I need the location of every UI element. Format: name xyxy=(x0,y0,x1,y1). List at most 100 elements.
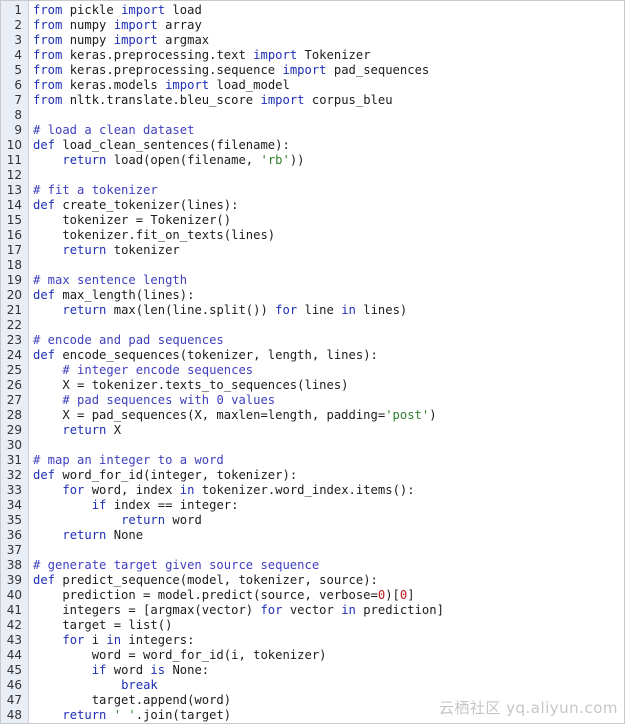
code-token: word_for_id(integer, tokenizer): xyxy=(55,468,298,482)
line-number: 34 xyxy=(6,498,22,512)
code-token: integers: xyxy=(121,633,195,647)
code-text: # max sentence length xyxy=(33,273,624,288)
code-token: return xyxy=(62,423,107,437)
code-token: None xyxy=(106,528,144,542)
line-number: 40 xyxy=(6,588,22,602)
code-token: X xyxy=(106,423,122,437)
code-token: load xyxy=(165,3,202,17)
code-text: from keras.preprocessing.sequence import… xyxy=(33,63,624,78)
line-number: 24 xyxy=(6,348,22,362)
code-line: 21 return max(len(line.split()) for line… xyxy=(1,303,624,318)
code-line: 4 from keras.preprocessing.text import To… xyxy=(1,48,624,63)
code-token: # max sentence length xyxy=(33,273,188,287)
code-token: import xyxy=(253,48,298,62)
code-text: from numpy import argmax xyxy=(33,33,624,48)
code-token: target.append(word) xyxy=(33,693,232,707)
code-line: 20 def max_length(lines): xyxy=(1,288,624,303)
code-line: 7 from nltk.translate.bleu_score import c… xyxy=(1,93,624,108)
code-token: from xyxy=(33,48,63,62)
code-token: return xyxy=(62,243,107,257)
code-token: # map an integer to a word xyxy=(33,453,224,467)
code-token: keras.preprocessing.text xyxy=(62,48,254,62)
code-token: def xyxy=(33,288,56,302)
code-line: 11 return load(open(filename, 'rb')) xyxy=(1,153,624,168)
code-line: 44 word = word_for_id(i, tokenizer) xyxy=(1,648,624,663)
code-line: 28 X = pad_sequences(X, maxlen=length, p… xyxy=(1,408,624,423)
code-token: for xyxy=(260,603,283,617)
code-token: lines) xyxy=(355,303,408,317)
code-token: in xyxy=(179,483,195,497)
line-number: 9 xyxy=(14,123,22,137)
code-token: from xyxy=(33,33,63,47)
code-token: array xyxy=(157,18,202,32)
code-token: def xyxy=(33,138,56,152)
code-line: 29 return X xyxy=(1,423,624,438)
code-token: import xyxy=(113,33,158,47)
line-number: 33 xyxy=(6,483,22,497)
code-line: 19 # max sentence length xyxy=(1,273,624,288)
code-token: for xyxy=(62,633,85,647)
code-line: 41 integers = [argmax(vector) for vector… xyxy=(1,603,624,618)
line-number: 28 xyxy=(6,408,22,422)
code-line: 3 from numpy import argmax xyxy=(1,33,624,48)
watermark: 云栖社区 yq.aliyun.com xyxy=(438,699,618,717)
code-line: 31 # map an integer to a word xyxy=(1,453,624,468)
code-token: import xyxy=(121,3,166,17)
code-token: word, index xyxy=(84,483,180,497)
code-token: )[ xyxy=(385,588,400,602)
code-text: # map an integer to a word xyxy=(33,453,624,468)
line-number: 15 xyxy=(6,213,22,227)
line-number: 36 xyxy=(6,528,22,542)
line-number: 14 xyxy=(6,198,22,212)
code-token: index == integer: xyxy=(106,498,239,512)
line-number: 26 xyxy=(6,378,22,392)
code-token: in xyxy=(106,633,122,647)
code-token: keras.models xyxy=(62,78,166,92)
code-text: for i in integers: xyxy=(33,633,624,648)
code-line: 46 break xyxy=(1,678,624,693)
code-text: from keras.models import load_model xyxy=(33,78,624,93)
line-number: 22 xyxy=(6,318,22,332)
code-token: # fit a tokenizer xyxy=(33,183,158,197)
code-token: load_clean_sentences(filename): xyxy=(55,138,290,152)
code-token: ) xyxy=(429,408,437,422)
code-text: target = list() xyxy=(33,618,624,633)
code-token: return xyxy=(62,303,107,317)
code-line: 43 for i in integers: xyxy=(1,633,624,648)
code-text: # integer encode sequences xyxy=(33,363,624,378)
code-text: prediction = model.predict(source, verbo… xyxy=(33,588,624,603)
code-text: integers = [argmax(vector) for vector in… xyxy=(33,603,624,618)
code-token: line xyxy=(297,303,342,317)
code-editor[interactable]: 1 from pickle import load 2 from numpy impo… xyxy=(0,0,625,724)
code-line: 34 if index == integer: xyxy=(1,498,624,513)
code-line: 14 def create_tokenizer(lines): xyxy=(1,198,624,213)
line-number: 10 xyxy=(6,138,22,152)
code-token: keras.preprocessing.sequence xyxy=(62,63,283,77)
code-token: prediction = model.predict(source, verbo… xyxy=(33,588,378,602)
code-token: from xyxy=(33,18,63,32)
line-number: 30 xyxy=(6,438,22,452)
code-text: return tokenizer xyxy=(33,243,624,258)
code-token: def xyxy=(33,198,56,212)
code-line: 15 tokenizer = Tokenizer() xyxy=(1,213,624,228)
code-token: return xyxy=(62,153,107,167)
code-text: if index == integer: xyxy=(33,498,624,513)
line-number: 46 xyxy=(6,678,22,692)
code-token: )) xyxy=(289,153,305,167)
code-line: 39 def predict_sequence(model, tokenizer,… xyxy=(1,573,624,588)
code-line: 9 # load a clean dataset xyxy=(1,123,624,138)
line-number: 6 xyxy=(14,78,22,92)
code-token: import xyxy=(260,93,305,107)
line-number: 20 xyxy=(6,288,22,302)
code-token: None: xyxy=(165,663,210,677)
code-line: 17 return tokenizer xyxy=(1,243,624,258)
code-text: return None xyxy=(33,528,624,543)
code-text: from pickle import load xyxy=(33,3,624,18)
line-number: 25 xyxy=(6,363,22,377)
code-token: pickle xyxy=(62,3,122,17)
code-text: if word is None: xyxy=(33,663,624,678)
code-line: 37 xyxy=(1,543,624,558)
code-token: from xyxy=(33,63,63,77)
